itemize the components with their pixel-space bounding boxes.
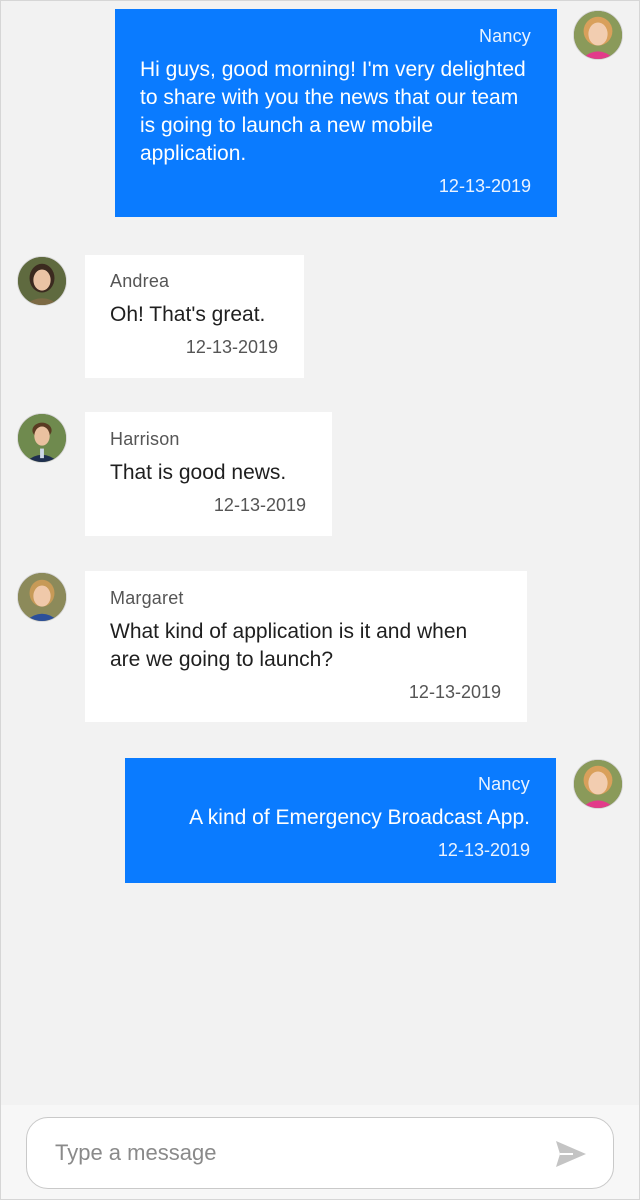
message-date: 12-13-2019: [437, 840, 530, 860]
message-author: Margaret: [110, 588, 184, 608]
avatar-andrea[interactable]: [17, 256, 67, 306]
message-text: Hi guys, good morning! I'm very delighte…: [140, 58, 526, 165]
message-text: What kind of application is it and when …: [110, 620, 468, 671]
message-author: Nancy: [477, 774, 530, 794]
avatar-nancy[interactable]: [573, 759, 623, 809]
avatar-harrison[interactable]: [17, 413, 67, 463]
message-bubble[interactable]: Margaret What kind of application is it …: [85, 571, 527, 722]
message-text: A kind of Emergency Broadcast App.: [189, 806, 530, 829]
message-text: Oh! That's great.: [110, 303, 266, 326]
message-date: 12-13-2019: [213, 495, 306, 515]
message-date: 12-13-2019: [408, 682, 501, 702]
message-bubble[interactable]: Nancy A kind of Emergency Broadcast App.…: [125, 758, 556, 883]
message-author: Andrea: [110, 271, 170, 291]
message-author: Nancy: [478, 26, 531, 46]
message-bubble[interactable]: Andrea Oh! That's great. 12-13-2019: [85, 255, 304, 378]
send-button[interactable]: [555, 1140, 587, 1168]
chat-screen: Nancy Hi guys, good morning! I'm very de…: [0, 0, 640, 1200]
message-input[interactable]: [55, 1136, 525, 1170]
avatar-margaret[interactable]: [17, 572, 67, 622]
message-bubble[interactable]: Harrison That is good news. 12-13-2019: [85, 412, 332, 536]
send-icon: [556, 1141, 586, 1167]
message-bubble[interactable]: Nancy Hi guys, good morning! I'm very de…: [115, 9, 557, 217]
message-author: Harrison: [110, 429, 180, 449]
avatar-nancy[interactable]: [573, 10, 623, 60]
message-composer[interactable]: [26, 1117, 614, 1189]
message-date: 12-13-2019: [185, 337, 278, 357]
message-date: 12-13-2019: [438, 176, 531, 196]
composer-area: [1, 1105, 639, 1199]
message-text: That is good news.: [110, 461, 287, 484]
